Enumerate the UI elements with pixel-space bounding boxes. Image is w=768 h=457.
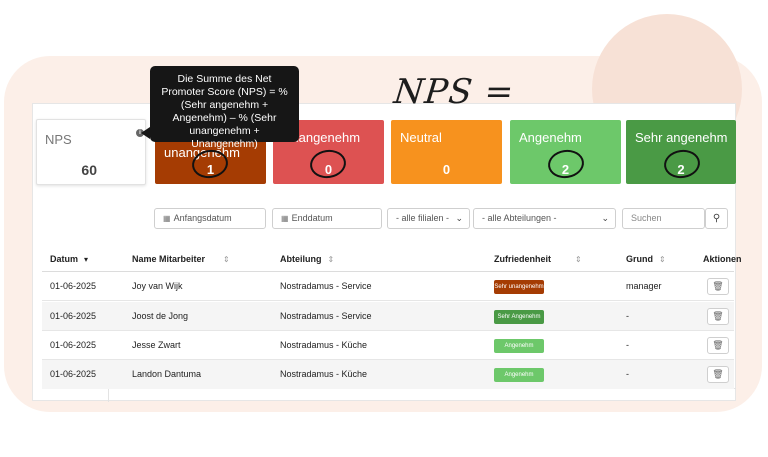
status-badge: Sehr unangenehm: [494, 280, 544, 294]
end-date-placeholder: Enddatum: [291, 213, 333, 223]
start-date-filter[interactable]: ▦ Anfangsdatum: [154, 208, 266, 229]
nps-score-card: NPS i 60: [36, 119, 146, 185]
cell-grund: -: [626, 311, 629, 321]
col-header-label: Datum: [50, 254, 79, 264]
cell-datum: 01-06-2025: [50, 369, 97, 379]
abteilungen-select-value: - alle Abteilungen -: [482, 213, 557, 223]
chevron-down-icon: ⌄: [455, 213, 463, 223]
card-label: Angenehm: [519, 130, 582, 145]
search-icon: ⚲: [712, 213, 721, 224]
cell-grund: -: [626, 340, 629, 350]
cell-name: Joost de Jong: [132, 311, 189, 321]
col-header-label: Zufriedenheit: [494, 254, 552, 264]
panel-footer-split: [108, 388, 109, 402]
cell-grund: manager: [626, 281, 662, 291]
sort-icon: ⇕: [327, 255, 335, 264]
search-button[interactable]: ⚲: [705, 208, 728, 229]
col-header-mitarbeiter[interactable]: Name Mitarbeiter ⇕: [132, 254, 230, 264]
cell-datum: 01-06-2025: [50, 340, 97, 350]
sort-icon: ⇕: [223, 255, 230, 264]
card-neutral: Neutral 0: [391, 120, 502, 184]
nps-card-label: NPS: [45, 132, 72, 147]
cell-abteilung: Nostradamus - Service: [280, 281, 372, 291]
card-angenehm: Angenehm 2: [510, 120, 621, 184]
table-row[interactable]: 01-06-2025 Jesse Zwart Nostradamus - Küc…: [42, 331, 734, 360]
chevron-down-icon: ⌄: [601, 213, 609, 223]
cell-grund: -: [626, 369, 629, 379]
delete-button[interactable]: 🗑: [707, 337, 729, 354]
card-label: Sehr angenehm: [635, 130, 728, 145]
status-badge: Angenehm: [494, 368, 544, 382]
cell-name: Jesse Zwart: [132, 340, 181, 350]
col-header-datum[interactable]: Datum ▾: [50, 254, 88, 264]
calendar-icon: ▦: [281, 214, 289, 223]
col-header-abteilung[interactable]: Abteilung ⇕: [280, 254, 334, 264]
search-input[interactable]: Suchen: [622, 208, 705, 229]
sort-desc-icon: ▾: [84, 255, 89, 264]
filialen-select-value: - alle filialen -: [396, 213, 450, 223]
cell-name: Landon Dantuma: [132, 369, 202, 379]
cell-abteilung: Nostradamus - Küche: [280, 369, 368, 379]
abteilungen-select[interactable]: - alle Abteilungen - ⌄: [473, 208, 616, 229]
trash-icon: 🗑: [712, 311, 724, 321]
status-badge: Sehr Angenehm: [494, 310, 544, 324]
cell-abteilung: Nostradamus - Service: [280, 311, 372, 321]
col-header-aktionen: Aktionen: [703, 254, 742, 264]
sort-icon: ⇕: [659, 255, 666, 264]
filialen-select[interactable]: - alle filialen - ⌄: [387, 208, 470, 229]
table-row[interactable]: 01-06-2025 Joost de Jong Nostradamus - S…: [42, 302, 734, 331]
trash-icon: 🗑: [712, 340, 724, 350]
table-row[interactable]: 01-06-2025 Landon Dantuma Nostradamus - …: [42, 360, 734, 389]
cell-datum: 01-06-2025: [50, 311, 97, 321]
row-divider: [42, 300, 734, 301]
start-date-placeholder: Anfangsdatum: [173, 213, 232, 223]
card-sehr-angenehm: Sehr angenehm 2: [626, 120, 736, 184]
calendar-icon: ▦: [163, 214, 171, 223]
card-label: Neutral: [400, 130, 442, 145]
end-date-filter[interactable]: ▦ Enddatum: [272, 208, 382, 229]
delete-button[interactable]: 🗑: [707, 278, 729, 295]
status-badge: Angenehm: [494, 339, 544, 353]
nps-card-value: 60: [81, 162, 97, 178]
col-header-zufriedenheit[interactable]: Zufriedenheit ⇕: [494, 254, 582, 264]
delete-button[interactable]: 🗑: [707, 366, 729, 383]
cell-abteilung: Nostradamus - Küche: [280, 340, 368, 350]
handwritten-nps-annotation: NPS =: [391, 72, 517, 112]
col-header-label: Grund: [626, 254, 653, 264]
sort-icon: ⇕: [575, 255, 582, 264]
card-value: 0: [442, 162, 451, 177]
trash-icon: 🗑: [712, 369, 724, 379]
tooltip-arrow: [141, 127, 150, 139]
trash-icon: 🗑: [712, 281, 724, 291]
search-placeholder: Suchen: [631, 213, 662, 223]
cell-name: Joy van Wijk: [132, 281, 183, 291]
table-row[interactable]: 01-06-2025 Joy van Wijk Nostradamus - Se…: [42, 272, 734, 301]
col-header-label: Name Mitarbeiter: [132, 254, 206, 264]
nps-formula-tooltip: Die Summe des Net Promoter Score (NPS) =…: [150, 66, 299, 150]
col-header-grund[interactable]: Grund ⇕: [626, 254, 666, 264]
cell-datum: 01-06-2025: [50, 281, 97, 291]
delete-button[interactable]: 🗑: [707, 308, 729, 325]
col-header-label: Abteilung: [280, 254, 322, 264]
